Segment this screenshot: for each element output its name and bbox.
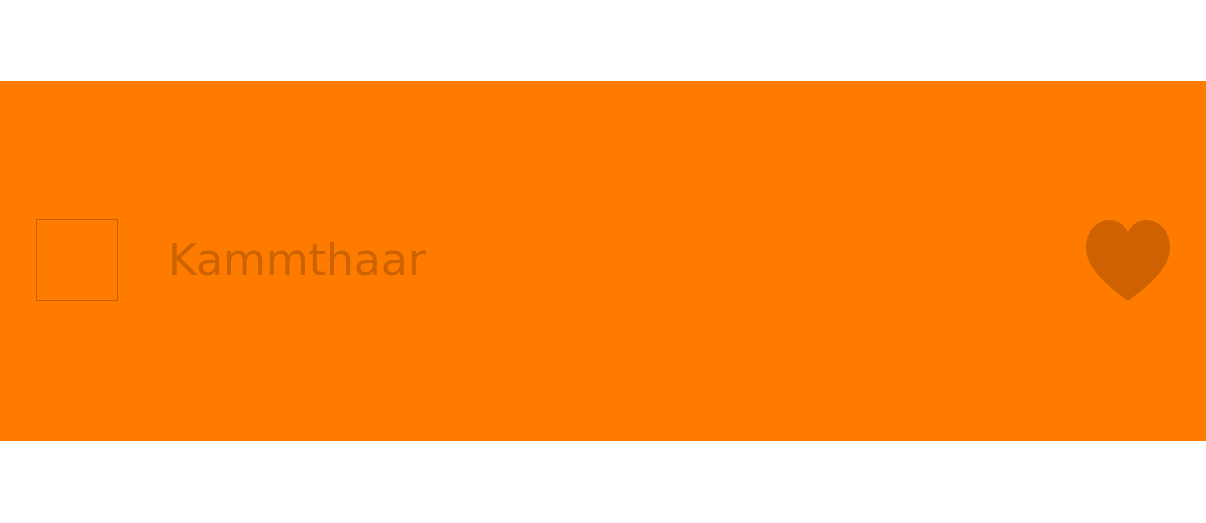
item-label: Kammthaar — [168, 235, 426, 286]
list-item[interactable]: Kammthaar — [0, 81, 1206, 441]
item-thumbnail — [36, 219, 118, 301]
favorite-button[interactable] — [1083, 217, 1173, 305]
heart-icon — [1086, 220, 1170, 301]
